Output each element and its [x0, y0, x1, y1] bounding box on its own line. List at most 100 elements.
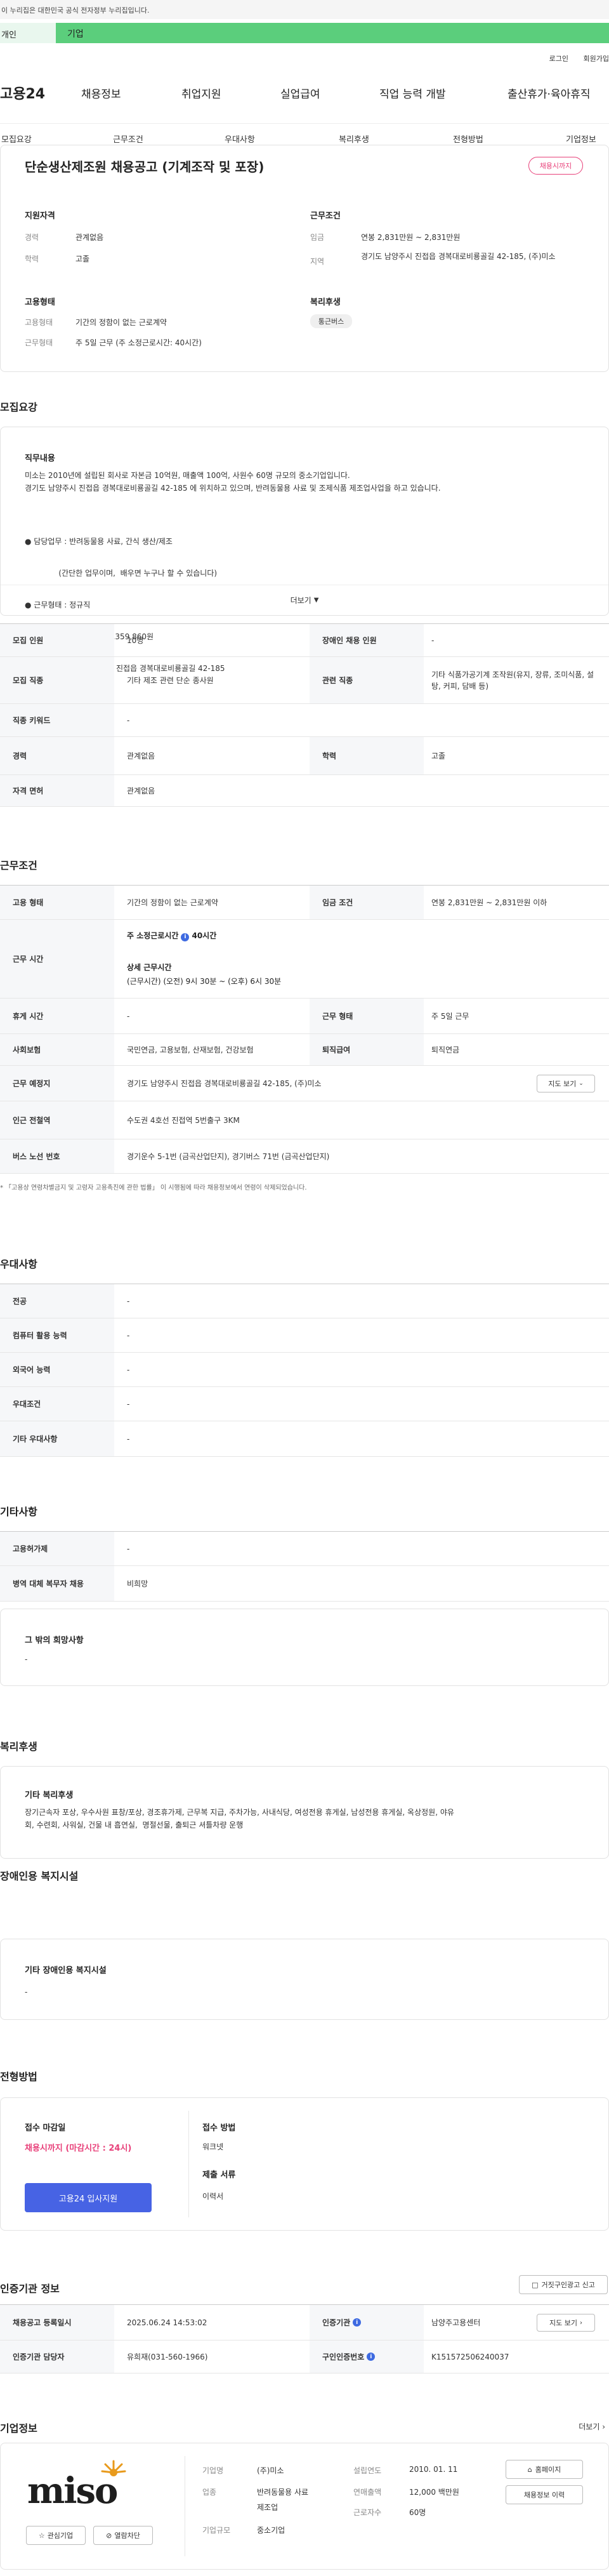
cell-label: 전공 [0, 1284, 114, 1318]
agency-label-text: 인증기관 [322, 2318, 351, 2327]
cell-value: 비희망 [127, 1579, 148, 1588]
table-row: 자격 면허 관계없음 [0, 775, 609, 807]
cell-label: 휴게 시간 [0, 999, 114, 1033]
welfare-chip: 통근버스 [310, 314, 352, 328]
table-row: 채용공고 등록일시 2025.06.24 14:53:02 인증기관 i 남양주고… [0, 2305, 609, 2340]
cell-label: 병역 대체 복무자 채용 [0, 1566, 114, 1601]
info-icon[interactable]: i [181, 933, 190, 941]
cell-value: 주 5일 근무 [431, 1011, 469, 1021]
cell-label: 구인인증번호 i [310, 2340, 424, 2373]
gnb-item-parental-leave[interactable]: 출산휴가·육아휴직 [508, 85, 591, 101]
disabled-sub-heading: 기타 장애인용 복지시설 [25, 1966, 107, 1975]
table-row: 고용허가제 - [0, 1532, 609, 1566]
divider [188, 2111, 189, 2217]
cell-label: 관련 직종 [310, 657, 424, 703]
duty-bullet: (간단한 업무이며, 배우면 누구나 할 수 있습니다) [25, 569, 218, 578]
section-nav-conditions[interactable]: 근무조건 [113, 133, 143, 145]
gnb-item-jobs[interactable]: 채용정보 [81, 85, 121, 101]
agency-map-button[interactable]: 지도 보기 › [537, 2314, 595, 2332]
tab-individual[interactable]: 개인 [0, 23, 56, 43]
info-icon[interactable]: i [367, 2353, 376, 2361]
report-button-label: 거짓구인광고 신고 [541, 2281, 595, 2289]
section-nav-recruit[interactable]: 모집요강 [1, 133, 32, 145]
cell-value: 경기도 남양주시 진접읍 경복대로비룡골길 42-185, (주)미소 [127, 1079, 322, 1088]
cert-section-title: 인증기관 정보 [0, 2283, 60, 2295]
more-button-label: 더보기 [290, 596, 311, 605]
preference-section-title: 우대사항 [0, 1258, 37, 1270]
cell-value: 경기운수 5-1번 (금곡산업단지), 경기버스 71번 (금곡산업단지) [127, 1152, 330, 1161]
gnb-item-employment-support[interactable]: 취업지원 [181, 85, 221, 101]
signup-link[interactable]: 회원가입 [584, 55, 609, 63]
cell-label: 컴퓨터 활용 능력 [0, 1318, 114, 1352]
company-logo: miso [23, 2459, 163, 2512]
table-row: 인증기관 담당자 유희재(031-560-1966) 구인인증번호 i K1515… [0, 2340, 609, 2374]
welfare-card: 기타 복리후생 장기근속자 포상, 우수사원 표창/포상, 경조휴가제, 근무복… [0, 1766, 609, 1859]
homepage-button-label: 홈페이지 [535, 2466, 561, 2474]
job-title: 단순생산제조원 채용공고 (기계조작 및 포장) [25, 159, 265, 175]
table-row: 컴퓨터 활용 능력 - [0, 1318, 609, 1353]
map-button[interactable]: 지도 보기 ⌄ [537, 1075, 595, 1092]
cell-label: 인증기관 i [310, 2305, 424, 2340]
worktype-value: 주 5일 근무 (주 소정근로시간: 40시간) [75, 338, 202, 347]
section-nav-welfare[interactable]: 복리후생 [339, 133, 369, 145]
cell-value: 국민연금, 고용보험, 산재보험, 건강보험 [127, 1045, 254, 1054]
table-row: 우대조건 - [0, 1387, 609, 1421]
cell-label: 우대조건 [0, 1387, 114, 1421]
homepage-button[interactable]: ⌂ 홈페이지 [506, 2460, 583, 2479]
disabled-card: 기타 장애인용 복지시설 - [0, 1939, 609, 2020]
table-row: 전공 - [0, 1284, 609, 1318]
duty-heading: 직무내용 [25, 454, 55, 463]
table-row: 직종 키워드 - [0, 704, 609, 737]
info-icon[interactable]: i [353, 2318, 362, 2327]
welfare-heading: 복리후생 [310, 298, 341, 307]
company-card: miso ☆ 관심기업 ⊘ 열람차단 기업명 (주)미소 업종 반려동물용 사료… [0, 2443, 609, 2570]
login-link[interactable]: 로그인 [549, 55, 568, 63]
method-label: 접수 방법 [202, 2123, 236, 2133]
tab-corporate[interactable]: 기업 [56, 23, 609, 43]
utility-menu: 로그인 회원가입 [537, 53, 609, 63]
recruit-table: 모집 인원 10명 장애인 채용 인원 - 모집 직종 기타 제조 관련 단순 … [0, 623, 609, 807]
site-logo[interactable]: 고용24 [0, 83, 45, 103]
table-row: 버스 노선 번호 경기운수 5-1번 (금곡산업단지), 경기버스 71번 (금… [0, 1139, 609, 1174]
gnb-item-unemployment-benefit[interactable]: 실업급여 [280, 85, 320, 101]
section-nav-preference[interactable]: 우대사항 [225, 133, 255, 145]
etc-table: 고용허가제 - 병역 대체 복무자 채용 비희망 [0, 1531, 609, 1602]
cell-value: 수도권 4호선 진접역 5번출구 3KM [127, 1115, 240, 1125]
emptype-label: 고용형태 [25, 318, 53, 327]
region-value: 경기도 남양주시 진접읍 경복대로비룡골길 42-185, (주)미소 [361, 252, 556, 261]
report-fake-ad-button[interactable]: □ 거짓구인광고 신고 [519, 2275, 608, 2294]
cell-label: 기타 우대사항 [0, 1421, 114, 1456]
cell-label: 채용공고 등록일시 [0, 2305, 114, 2340]
career-label: 경력 [25, 233, 39, 242]
section-nav-selection[interactable]: 전형방법 [453, 133, 483, 145]
selection-section-title: 전형방법 [0, 2071, 37, 2083]
section-nav-company[interactable]: 기업정보 [566, 133, 596, 145]
detail-hours-label: 상세 근무시간 [127, 963, 172, 972]
scale-label: 기업규모 [202, 2526, 231, 2535]
block-view-button[interactable]: ⊘ 열람차단 [93, 2526, 153, 2545]
cell-value: - [127, 1011, 130, 1021]
cell-value: - [127, 1296, 130, 1306]
company-more-link[interactable]: 더보기 › [579, 2421, 605, 2432]
more-button[interactable]: 더보기 ▼ [1, 585, 608, 615]
conditions-heading: 근무조건 [310, 211, 341, 221]
job-history-button[interactable]: 채용정보 이력 [506, 2485, 583, 2504]
method-value: 워크넷 [202, 2142, 224, 2151]
docs-value: 이력서 [202, 2192, 224, 2201]
table-row: 근무 예정지 경기도 남양주시 진접읍 경복대로비룡골길 42-185, (주)… [0, 1066, 609, 1101]
weekly-hours: 주 소정근로시간 i 40시간 [127, 930, 216, 941]
recruit-section-title: 모집요강 [0, 401, 37, 413]
cell-label: 모집 인원 [0, 624, 114, 656]
gnb-item-vocational-training[interactable]: 직업 능력 개발 [379, 85, 446, 101]
industry-value: 반려동물용 사료 [257, 2488, 309, 2497]
cell-value: 남양주고용센터 [431, 2318, 481, 2327]
education-label: 학력 [25, 255, 39, 263]
duty-bullet: ● 담당업무 : 반려동물용 사료, 간식 생산/제조 [25, 537, 173, 546]
site-type-tabs: 개인 기업 [0, 19, 609, 47]
cell-value: K151572506240037 [431, 2352, 509, 2361]
wage-value: 연봉 2,831만원 ~ 2,831만원 [361, 233, 461, 242]
interest-company-button[interactable]: ☆ 관심기업 [26, 2526, 86, 2545]
cell-value: 기간의 정함이 없는 근로계약 [127, 898, 218, 907]
apply-button[interactable]: 고용24 입사지원 [25, 2183, 152, 2212]
cell-label: 직종 키워드 [0, 704, 114, 736]
